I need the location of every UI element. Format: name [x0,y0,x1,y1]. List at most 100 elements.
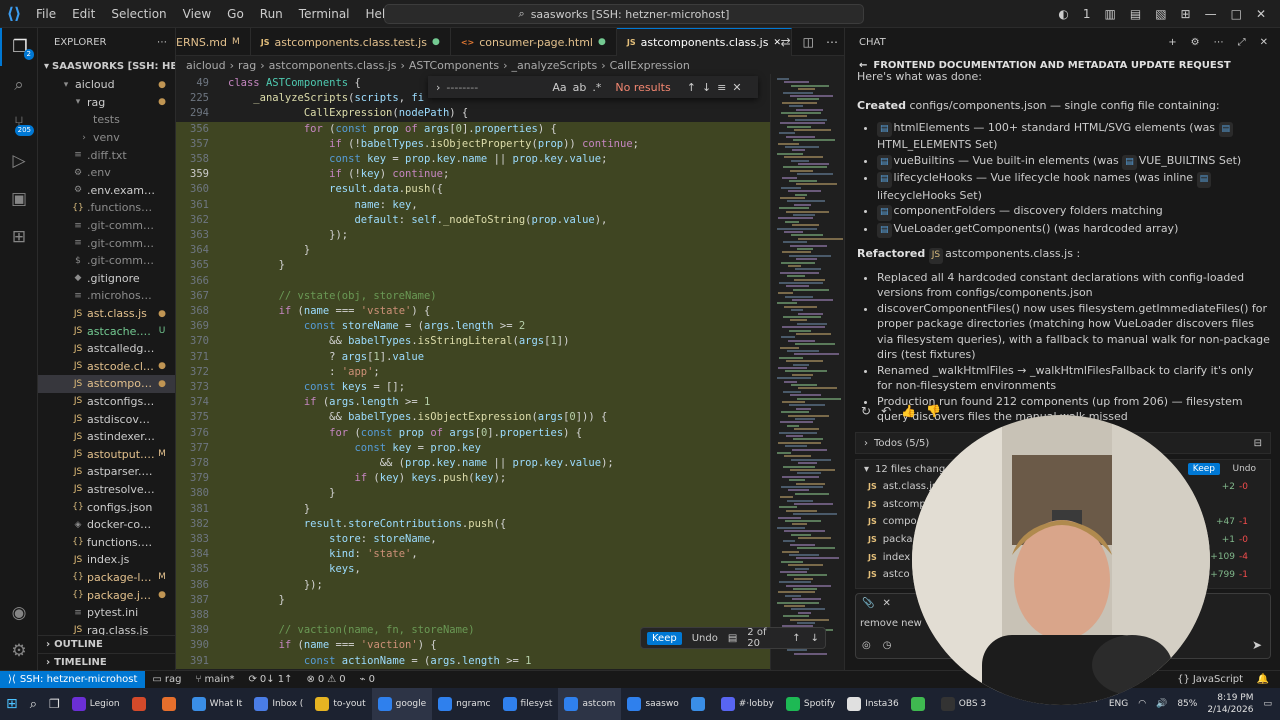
file-tree-item[interactable]: JS astindexer.class.js [38,428,175,446]
file-tree-item[interactable]: ≡ .git-commit-message [38,217,175,235]
editor-tab[interactable]: ERNS.md M [176,28,251,56]
model-picker-icon[interactable]: ◷ [883,640,892,651]
thumbs-up-icon[interactable]: 👍 [901,404,916,418]
file-tree-item[interactable]: ≡ .git-commit-messa... [38,234,175,252]
created-item-name[interactable]: vueBuiltins [894,154,955,167]
file-tree-item[interactable]: ◆ .gitignore [38,270,175,288]
code-line[interactable]: 294 CallExpression(nodePath) { [176,106,770,122]
taskbar-app[interactable]: Insta36 [841,688,905,720]
run-debug-icon[interactable]: ▷ [0,142,38,180]
workspace-root[interactable]: ▾ SAASWORKS [SSH: HETZN... [38,56,175,76]
menu-edit[interactable]: Edit [64,0,103,28]
code-line[interactable]: 360 result.data.push({ [176,182,770,198]
file-tree-item[interactable]: JS astdiscovery.class.js [38,410,175,428]
file-tree-item[interactable]: JS astcache.class.jsU [38,322,175,340]
branch-status[interactable]: ⑂ main* [188,674,241,685]
maximize-icon[interactable]: □ [1231,7,1242,21]
wifi-icon[interactable]: ◠ [1138,699,1146,709]
match-word-toggle[interactable]: ab [573,81,587,94]
language-mode[interactable]: {} JavaScript [1170,674,1250,685]
code-line[interactable]: 357 if (!babelTypes.isObjectProperty(pro… [176,136,770,152]
created-item-ref[interactable]: VUE_BUILTINS [1139,154,1216,167]
file-tree-item[interactable]: JS ast.class.js ● [38,305,175,323]
code-line[interactable]: 365 } [176,258,770,274]
layout-aux-icon[interactable]: ▧ [1155,7,1166,21]
find-input[interactable]: -------- [446,81,546,94]
breadcrumb-item[interactable]: ASTComponents [409,59,499,72]
folder-status[interactable]: ▭ rag [145,674,188,685]
code-line[interactable]: 375 && babelTypes.isObjectExpression(arg… [176,410,770,426]
code-editor[interactable]: 49 class ASTComponents {225 _analyzeScrip… [176,74,770,670]
file-tree-item[interactable]: {} configs.json [38,498,175,516]
previous-change-icon[interactable]: ↑ [792,633,800,644]
breadcrumb-item[interactable]: astcomponents.class.js [269,59,397,72]
created-item-name[interactable]: htmlElements [894,121,970,134]
breadcrumb-item[interactable]: aicloud [186,59,226,72]
close-find-icon[interactable]: ✕ [732,81,741,94]
match-case-toggle[interactable]: Aa [552,81,566,94]
breadcrumb-item[interactable]: rag [238,59,256,72]
chat-input-text[interactable]: remove new [860,618,922,629]
remove-context-icon[interactable]: ✕ [882,598,890,609]
attach-icon[interactable]: 📎 [862,598,874,609]
file-tree-item[interactable]: tests [38,111,175,129]
taskbar-app[interactable]: OBS 3 [935,688,992,720]
file-tree-item[interactable]: ⚙ .env [38,164,175,182]
taskbar-app[interactable]: ngramc [432,688,496,720]
file-tree-item[interactable]: ▾ rag ● [38,94,175,112]
taskbar-app[interactable]: to-yout [309,688,371,720]
taskbar-app[interactable]: Spotify [780,688,841,720]
layout-sidebar-icon[interactable]: ▥ [1105,7,1116,21]
file-tree-item[interactable]: › venv [38,129,175,147]
split-editor-icon[interactable]: ◫ [803,35,814,49]
clear-todos-icon[interactable]: ⊟ [1254,438,1262,449]
breadcrumb-item[interactable]: CallExpression [610,59,690,72]
clock[interactable]: 8:19 PM 2/14/2026 [1207,692,1253,716]
next-match-icon[interactable]: ↓ [702,81,711,94]
code-line[interactable]: 386 }); [176,577,770,593]
code-line[interactable]: 373 const keys = []; [176,380,770,396]
taskbar-search[interactable]: ⌕ [24,688,43,720]
problems-status[interactable]: ⊗ 0 ⚠ 0 [300,674,353,685]
taskbar-app[interactable]: astcom [558,688,622,720]
taskbar-app[interactable]: Legion [66,688,126,720]
code-line[interactable]: 359 if (!key) continue; [176,167,770,183]
thumbs-down-icon[interactable]: 👎 [926,404,941,418]
code-line[interactable]: 383 store: storeName, [176,532,770,548]
outline-section[interactable]: › OUTLINE [38,635,175,653]
file-tree-item[interactable]: JS astconfigs.class.js [38,393,175,411]
sync-status[interactable]: ⟳ 0↓ 1↑ [241,674,299,685]
code-line[interactable]: 363 }); [176,228,770,244]
code-line[interactable]: 385 keys, [176,562,770,578]
timeline-section[interactable]: › TIMELINE [38,653,175,670]
task-view-button[interactable]: ❐ [43,688,66,720]
remote-indicator[interactable]: ⟩⟨ SSH: hetzner-microhost [0,670,146,689]
refactored-file[interactable]: astcomponents.class.js [945,247,1073,260]
file-tree-item[interactable]: JS index.js [38,551,175,569]
input-language[interactable]: ENG [1109,699,1128,709]
taskbar-app[interactable]: filesyst [497,688,559,720]
menu-run[interactable]: Run [252,0,291,28]
editor-tab[interactable]: JS astcomponents.class.test.js ● [251,28,451,56]
file-tree-item[interactable]: JS astresolver.class.js [38,481,175,499]
undo-icon[interactable]: ↶ [881,404,891,418]
notification-center-icon[interactable]: ▭ [1263,699,1272,709]
code-line[interactable]: 369 const storeName = (args.length >= 2 [176,319,770,335]
code-line[interactable]: 371 ? args[1].value [176,349,770,365]
code-line[interactable]: 362 default: self._nodeToString(prop.val… [176,212,770,228]
created-item-ref[interactable]: lifecycleHooks [877,189,956,202]
created-item-name[interactable]: VueLoader.getComponents() [894,222,1051,235]
breadcrumb-item[interactable]: _analyzeScripts [512,59,598,72]
taskbar-app[interactable]: saaswo [621,688,684,720]
menu-selection[interactable]: Selection [103,0,174,28]
battery-level[interactable]: 85% [1177,699,1197,709]
code-line[interactable]: 387 } [176,592,770,608]
remote-explorer-icon[interactable]: ▣ [0,180,38,218]
back-arrow-icon[interactable]: ← [859,60,867,71]
file-tree-item[interactable]: {}package-lock....M [38,569,175,587]
extensions-icon[interactable]: ⊞ [0,218,38,256]
taskbar-app[interactable]: #·lobby [715,688,780,720]
code-line[interactable]: 356 for (const prop of args[0].propertie… [176,121,770,137]
command-center[interactable]: ⌕ saasworks [SSH: hetzner-microhost] [384,4,864,24]
file-tree-item[interactable]: JS astparser.class.js [38,463,175,481]
